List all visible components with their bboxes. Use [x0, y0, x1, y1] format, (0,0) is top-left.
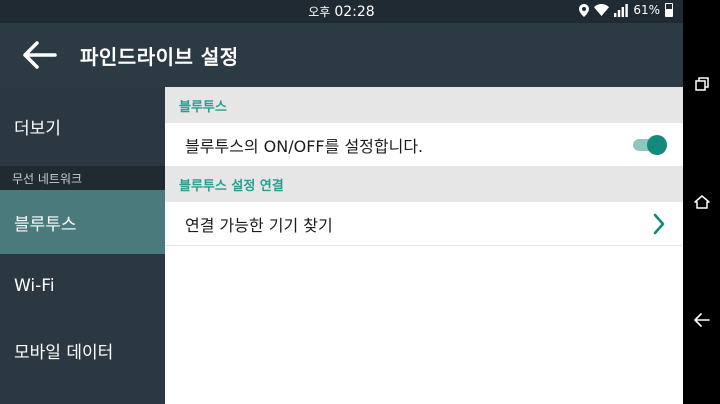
sidebar-item-label: 블루투스	[14, 214, 77, 235]
nav-back-button[interactable]	[687, 305, 717, 335]
bluetooth-toggle[interactable]	[631, 134, 667, 156]
sidebar-item-mobile-data[interactable]: 모바일 데이터	[0, 318, 165, 382]
section-header-label: 블루투스	[179, 99, 227, 115]
back-icon	[693, 313, 710, 327]
sidebar-item-bluetooth[interactable]: 블루투스	[0, 190, 165, 254]
status-clock: 02:28	[334, 4, 375, 20]
toggle-thumb	[647, 134, 667, 155]
back-button[interactable]	[0, 23, 80, 87]
section-header-label: 블루투스 설정 연결	[179, 179, 284, 194]
sidebar-item-wifi[interactable]: Wi-Fi	[0, 254, 165, 318]
settings-panel: 블루투스 블루투스의 ON/OFF를 설정합니다. 블루투스 설정 연결 연결 …	[165, 87, 683, 404]
sidebar-item-more[interactable]: 더보기	[0, 87, 165, 166]
home-button[interactable]	[687, 187, 717, 217]
bluetooth-toggle-label: 블루투스의 ON/OFF를 설정합니다.	[185, 136, 424, 156]
status-bar: 오후 02:28 61%	[0, 0, 683, 23]
sidebar: 더보기 무선 네트워크 블루투스 Wi-Fi 모바일 데이터	[0, 87, 165, 404]
sidebar-section-label: 무선 네트워크	[12, 171, 83, 186]
find-devices-row[interactable]: 연결 가능한 기기 찾기	[165, 202, 683, 246]
sidebar-section-wireless: 무선 네트워크	[0, 166, 165, 190]
recent-apps-button[interactable]	[687, 69, 717, 99]
status-icons: 61%	[579, 3, 673, 17]
battery-percent: 61%	[633, 3, 660, 17]
section-header-bluetooth: 블루투스	[165, 87, 683, 123]
status-ampm: 오후	[308, 5, 331, 19]
page-title: 파인드라이브 설정	[80, 44, 239, 69]
sidebar-item-label: 모바일 데이터	[14, 342, 114, 363]
find-devices-label: 연결 가능한 기기 찾기	[185, 215, 333, 235]
recent-apps-icon	[694, 77, 709, 91]
section-header-bluetooth-connection: 블루투스 설정 연결	[165, 167, 683, 202]
arrow-left-icon	[23, 41, 57, 69]
battery-icon	[665, 3, 673, 17]
system-nav-bar	[683, 0, 720, 404]
home-icon	[693, 195, 710, 209]
signal-icon	[614, 3, 629, 17]
wifi-icon	[594, 4, 610, 16]
battery-fill	[666, 8, 672, 16]
location-icon	[579, 3, 590, 17]
chevron-right-icon	[653, 213, 665, 234]
app-bar: 파인드라이브 설정	[0, 23, 683, 87]
bluetooth-toggle-row[interactable]: 블루투스의 ON/OFF를 설정합니다.	[165, 123, 683, 167]
sidebar-item-label: Wi-Fi	[14, 276, 55, 296]
sidebar-item-label: 더보기	[14, 119, 61, 139]
